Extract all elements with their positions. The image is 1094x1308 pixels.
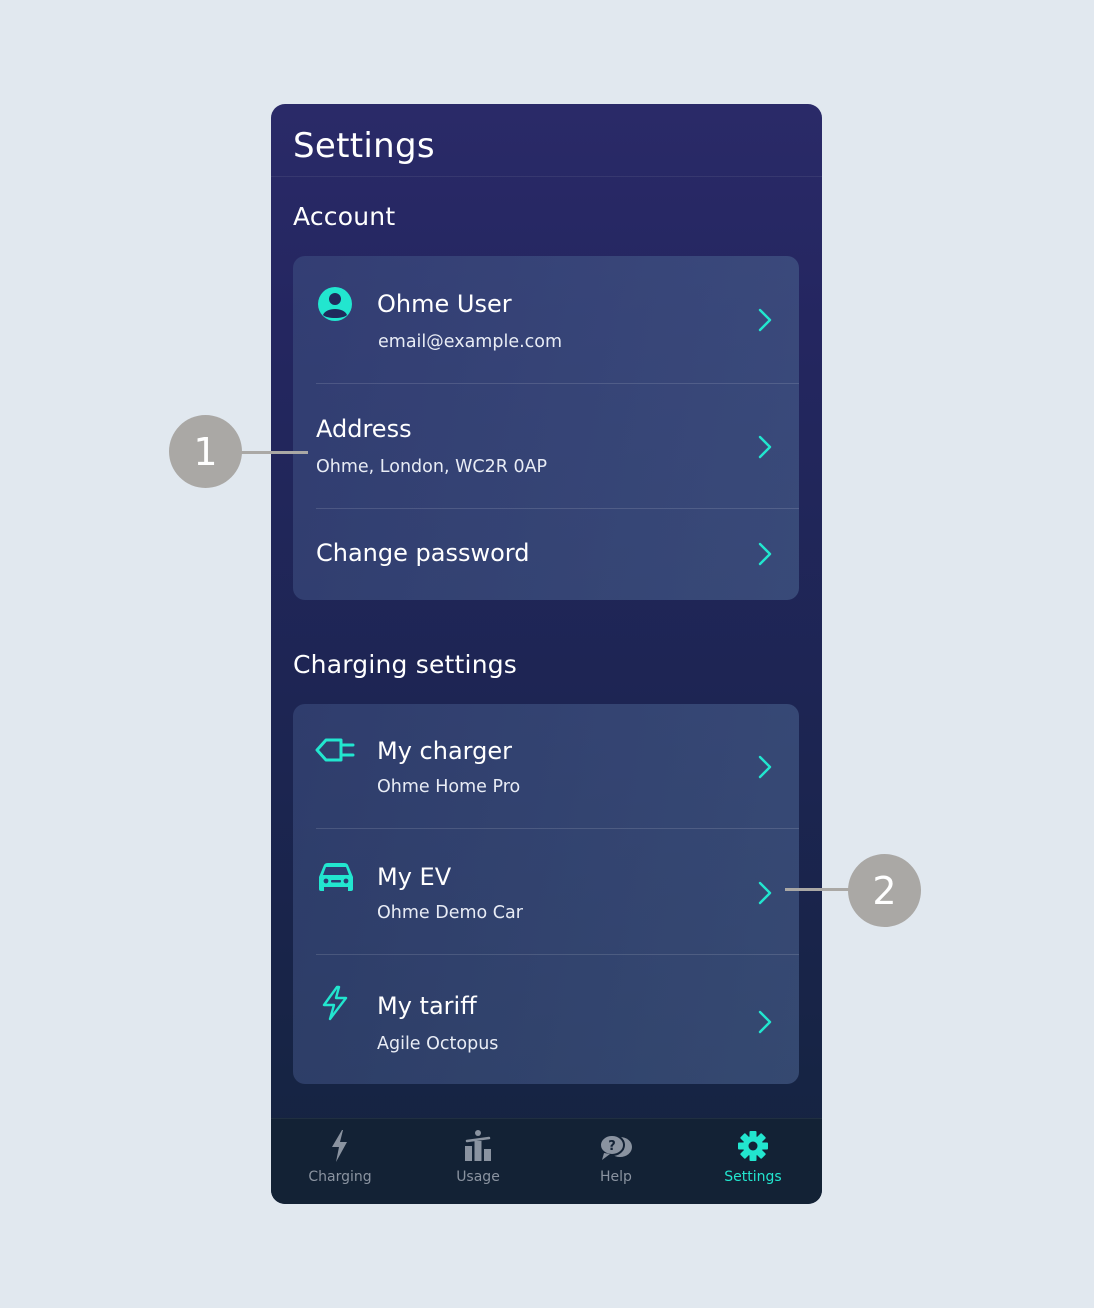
callout-line <box>785 888 851 891</box>
charging-card: My charger Ohme Home Pro My EV Ohme Demo… <box>293 704 799 1084</box>
callout-line <box>240 451 308 454</box>
tab-help[interactable]: ? Help <box>547 1119 685 1204</box>
tab-label: Settings <box>724 1169 782 1185</box>
chevron-right-icon <box>758 1010 772 1034</box>
chevron-right-icon <box>758 435 772 459</box>
address-row[interactable]: Address Ohme, London, WC2R 0AP <box>293 384 799 509</box>
callout-badge: 1 <box>169 415 242 488</box>
my-ev-value: Ohme Demo Car <box>377 903 523 923</box>
chevron-right-icon <box>758 881 772 905</box>
chevron-right-icon <box>758 755 772 779</box>
page-title: Settings <box>293 126 435 166</box>
bar-chart-icon <box>465 1130 491 1161</box>
chat-bubbles-icon: ? <box>599 1134 632 1160</box>
account-card: Ohme User email@example.com Address Ohme… <box>293 256 799 600</box>
my-ev-label: My EV <box>377 863 452 891</box>
profile-row[interactable]: Ohme User email@example.com <box>293 256 799 384</box>
tab-label: Charging <box>308 1169 372 1185</box>
my-charger-label: My charger <box>377 737 512 765</box>
chevron-right-icon <box>758 308 772 332</box>
profile-name: Ohme User <box>377 290 512 318</box>
account-section-title: Account <box>293 202 396 231</box>
bottom-tab-bar: Charging Usage ? Help Settings <box>271 1118 822 1204</box>
my-charger-row[interactable]: My charger Ohme Home Pro <box>293 704 799 829</box>
chevron-right-icon <box>758 542 772 566</box>
profile-email: email@example.com <box>378 332 563 352</box>
callout-badge: 2 <box>848 854 921 927</box>
lightning-icon <box>332 1130 347 1162</box>
top-bar: Settings <box>271 104 822 177</box>
tab-usage[interactable]: Usage <box>409 1119 547 1204</box>
lightning-icon <box>322 985 348 1021</box>
tab-settings[interactable]: Settings <box>684 1119 822 1204</box>
tab-label: Help <box>600 1169 632 1185</box>
my-tariff-label: My tariff <box>377 992 477 1020</box>
user-circle-icon <box>318 287 352 321</box>
my-tariff-value: Agile Octopus <box>377 1034 499 1054</box>
charging-section-title: Charging settings <box>293 650 518 679</box>
address-value: Ohme, London, WC2R 0AP <box>316 457 548 477</box>
phone-screen: Settings Account Ohme User email@example… <box>271 104 822 1204</box>
tab-label: Usage <box>456 1169 500 1185</box>
change-password-row[interactable]: Change password <box>293 509 799 600</box>
change-password-label: Change password <box>316 539 530 567</box>
address-label: Address <box>316 415 412 443</box>
my-ev-row[interactable]: My EV Ohme Demo Car <box>293 829 799 955</box>
svg-text:?: ? <box>608 1139 616 1154</box>
plug-icon <box>315 738 355 762</box>
gear-icon <box>738 1131 768 1161</box>
my-charger-value: Ohme Home Pro <box>377 777 521 797</box>
tab-charging[interactable]: Charging <box>271 1119 409 1204</box>
car-icon <box>319 863 353 891</box>
my-tariff-row[interactable]: My tariff Agile Octopus <box>293 955 799 1084</box>
